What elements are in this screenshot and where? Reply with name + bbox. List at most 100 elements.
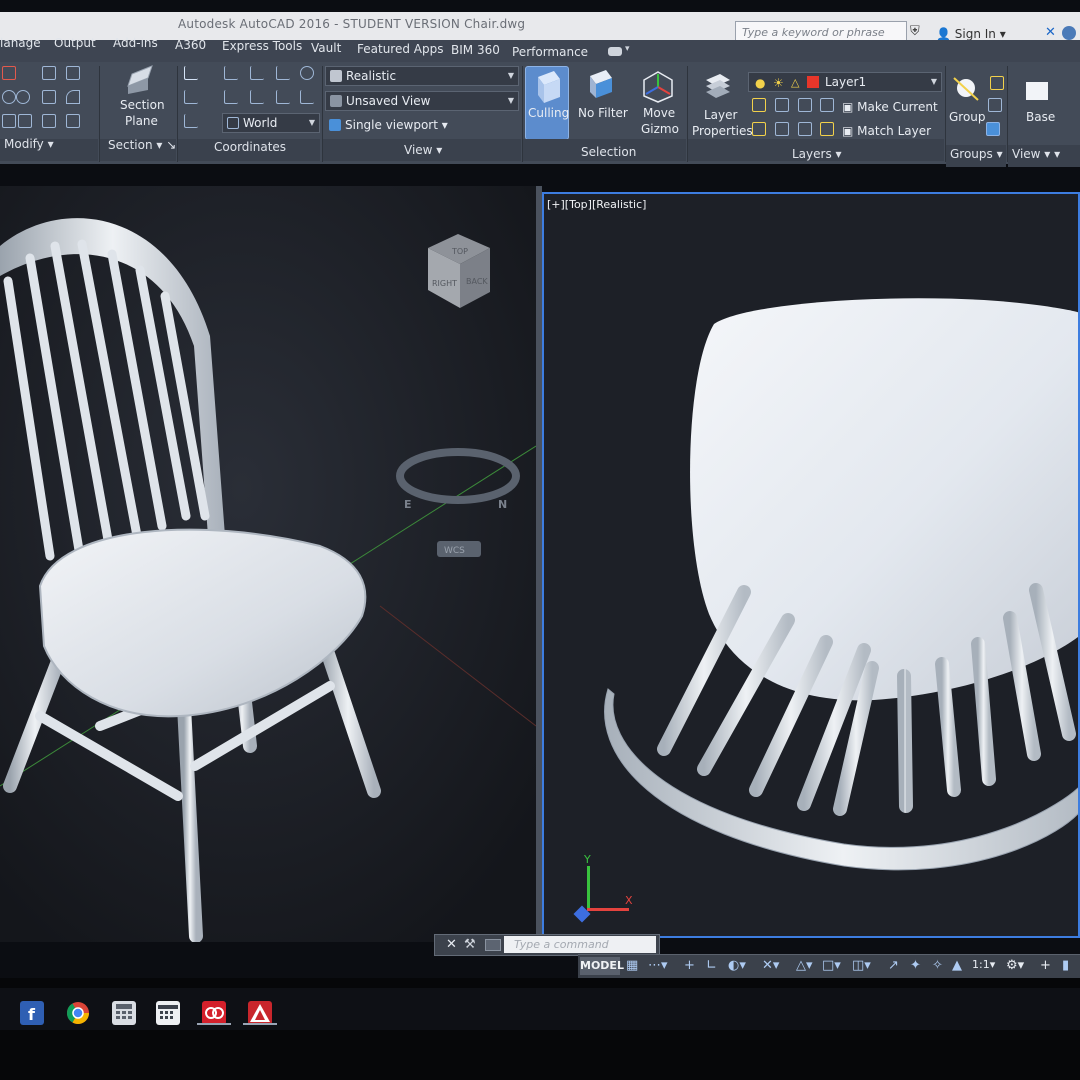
snap-icon[interactable]: ⋯▾ <box>648 958 668 973</box>
command-input[interactable]: Type a command <box>504 936 656 953</box>
move-icon[interactable] <box>2 66 16 80</box>
ribbon-minimize-toggle[interactable] <box>608 47 622 56</box>
group-selection-icon[interactable] <box>986 122 1000 136</box>
ucs-dropdown[interactable]: World ▼ <box>222 113 320 133</box>
layer-dropdown[interactable]: ● ☀ △ Layer1 ▼ <box>748 72 942 92</box>
sign-in-button[interactable]: 👤 Sign In ▾ <box>936 27 1006 41</box>
fillet-icon[interactable] <box>66 90 80 104</box>
trim-icon[interactable] <box>66 66 80 80</box>
3d-object-snap-icon[interactable]: ◫▾ <box>852 958 871 973</box>
wrench-icon[interactable]: ⚒ <box>464 937 476 952</box>
group-edit-icon[interactable] <box>988 98 1002 112</box>
polar-icon[interactable]: ◐▾ <box>728 958 746 973</box>
saved-view-dropdown[interactable]: Unsaved View ▼ <box>325 91 519 111</box>
model-space-button[interactable]: MODEL <box>580 957 624 975</box>
creative-cloud-icon[interactable] <box>202 1001 226 1025</box>
stretch-icon[interactable] <box>2 114 16 128</box>
layer-thaw-icon[interactable] <box>798 122 812 136</box>
tab-add-ins[interactable]: Add-ins <box>113 36 158 50</box>
group-button[interactable] <box>950 74 980 104</box>
layer-lock-icon[interactable] <box>820 98 834 112</box>
tab-output[interactable]: Output <box>54 36 96 50</box>
ucs-face-icon[interactable] <box>250 90 264 104</box>
tab-bim-360[interactable]: BIM 360 <box>451 43 500 57</box>
circle-icon[interactable] <box>16 90 30 104</box>
copy-icon[interactable] <box>42 66 56 80</box>
exchange-apps-icon[interactable]: ✕ <box>1045 25 1056 40</box>
osnap-icon[interactable]: △▾ <box>796 958 813 973</box>
ungroup-icon[interactable] <box>990 76 1004 90</box>
layer-freeze-icon[interactable] <box>798 98 812 112</box>
no-filter-button[interactable] <box>584 68 616 100</box>
dynamic-ucs-icon[interactable]: ↗ <box>888 958 899 973</box>
ucs-icon[interactable] <box>184 66 198 80</box>
close-icon[interactable]: ✕ <box>446 937 457 952</box>
viewport-config-dropdown[interactable]: Single viewport ▾ <box>325 116 519 136</box>
tab-express-tools[interactable]: Express Tools <box>222 39 302 53</box>
gear-icon[interactable]: ⚙▾ <box>1006 958 1024 973</box>
layer-properties-button[interactable] <box>702 70 734 102</box>
2d-object-snap-icon[interactable]: □▾ <box>822 958 841 973</box>
ucs-previous-icon[interactable] <box>184 90 198 104</box>
groups-panel-title[interactable]: Groups ▾ <box>950 147 1003 161</box>
chevron-down-icon[interactable]: ▾ <box>625 44 630 54</box>
selection-filter-icon[interactable]: ✦ <box>910 958 921 973</box>
mirror-icon[interactable] <box>42 90 56 104</box>
grid-icon[interactable]: ▦ <box>626 958 638 973</box>
layer-on-icon[interactable] <box>752 122 766 136</box>
left-viewport[interactable]: TOP RIGHT BACK E N WCS <box>0 186 536 942</box>
view-panel-title[interactable]: View ▾ <box>404 143 442 157</box>
binoculars-icon[interactable]: ⛨ <box>910 24 920 39</box>
scale-icon[interactable] <box>18 114 32 128</box>
culling-button[interactable] <box>525 66 569 140</box>
fullscreen-icon[interactable]: ▮ <box>1062 958 1069 973</box>
ucs-object-icon[interactable] <box>224 90 238 104</box>
tab-vault[interactable]: Vault <box>311 41 341 55</box>
coordinates-panel-title[interactable]: Coordinates <box>214 140 286 154</box>
rotate-icon[interactable] <box>2 90 16 104</box>
array-icon[interactable] <box>66 114 80 128</box>
gizmo-icon[interactable]: ✧ <box>932 958 943 973</box>
tab-a360[interactable]: A360 <box>175 38 206 52</box>
base-button[interactable] <box>1024 78 1052 104</box>
ucs-view-icon[interactable] <box>300 66 314 80</box>
command-prompt-icon[interactable] <box>485 939 501 951</box>
match-layer-button[interactable]: ▣ Match Layer <box>842 124 931 138</box>
object-snap-tracking-icon[interactable]: ✕▾ <box>762 958 779 973</box>
right-viewport[interactable]: [+][Top][Realistic] <box>542 192 1080 938</box>
erase-icon[interactable] <box>42 114 56 128</box>
selection-panel-title[interactable]: Selection <box>581 145 636 159</box>
section-panel-title[interactable]: Section ▾ ↘ <box>108 138 176 152</box>
ucs-3point-icon[interactable] <box>300 90 314 104</box>
viewport-label[interactable]: [+][Top][Realistic] <box>547 198 646 211</box>
ucs-z-icon[interactable] <box>276 90 290 104</box>
infer-constraints-icon[interactable]: + <box>684 958 695 973</box>
facebook-icon[interactable]: f <box>20 1001 44 1025</box>
make-current-button[interactable]: ▣ Make Current <box>842 100 938 114</box>
ucs-x-icon[interactable] <box>250 66 264 80</box>
view-panel-2-title[interactable]: View ▾ ▾ <box>1012 147 1060 161</box>
tab-performance[interactable]: Performance <box>512 45 588 59</box>
layer-unlock-icon[interactable] <box>820 122 834 136</box>
visual-style-dropdown[interactable]: Realistic ▼ <box>325 66 519 86</box>
layer-isolate-icon[interactable] <box>775 98 789 112</box>
tab-manage[interactable]: lanage <box>0 36 41 50</box>
ortho-icon[interactable]: ∟ <box>706 958 717 973</box>
annotation-visibility-icon[interactable]: ▲ <box>952 958 962 973</box>
chrome-icon[interactable] <box>66 1001 90 1025</box>
calculator-icon[interactable] <box>112 1001 136 1025</box>
calendar-icon[interactable] <box>156 1001 180 1025</box>
tab-featured-apps[interactable]: Featured Apps <box>357 42 443 56</box>
ucs-world-icon[interactable] <box>184 114 198 128</box>
section-plane-button[interactable] <box>122 64 156 94</box>
ucs-y-icon[interactable] <box>276 66 290 80</box>
layers-panel-title[interactable]: Layers ▾ <box>792 147 842 161</box>
help-icon[interactable] <box>1062 26 1076 40</box>
modify-panel-title[interactable]: Modify ▾ <box>4 137 54 151</box>
autocad-icon[interactable] <box>248 1001 272 1025</box>
plus-icon[interactable]: + <box>1040 958 1051 973</box>
ucs-origin-icon[interactable] <box>224 66 238 80</box>
move-gizmo-button[interactable] <box>641 70 675 104</box>
annotation-scale[interactable]: 1:1▾ <box>972 958 995 971</box>
layer-off-icon[interactable] <box>752 98 766 112</box>
